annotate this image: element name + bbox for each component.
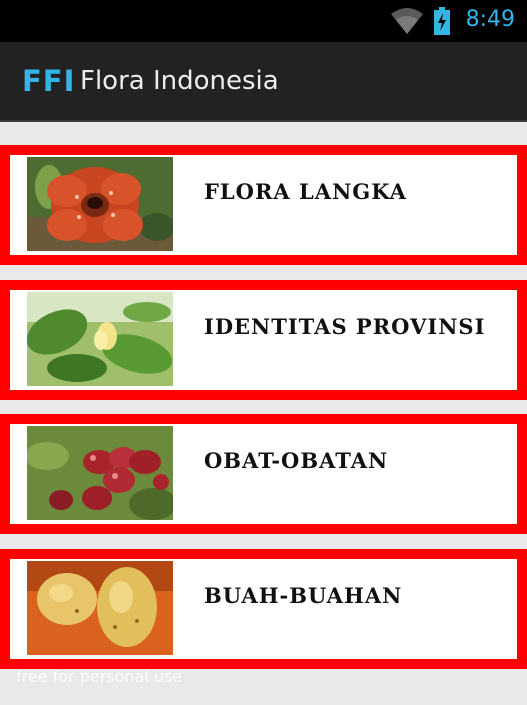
menu-item-label: FLORA LANGKA (204, 179, 407, 204)
wifi-icon (391, 8, 423, 34)
menu-item-buah-buahan[interactable]: BUAH-BUAHAN (0, 549, 527, 669)
watermark-text: free for personal use (16, 667, 183, 686)
rafflesia-flower-image (27, 157, 173, 251)
menu-item-flora-langka[interactable]: FLORA LANGKA (0, 145, 527, 265)
menu-item-label: IDENTITAS PROVINSI (204, 314, 486, 339)
action-bar: FFI Flora Indonesia (0, 42, 527, 122)
app-title: Flora Indonesia (80, 66, 279, 96)
menu-item-content: IDENTITAS PROVINSI (12, 292, 515, 388)
status-bar: 8:49 (0, 0, 527, 42)
menu-item-label: OBAT-OBATAN (204, 448, 389, 473)
leaf-flower-image (27, 292, 173, 386)
red-berries-image (27, 426, 173, 520)
menu-item-content: FLORA LANGKA (12, 157, 515, 253)
menu-item-content: BUAH-BUAHAN (12, 561, 515, 657)
clock: 8:49 (465, 7, 515, 32)
menu-item-obat-obatan[interactable]: OBAT-OBATAN (0, 414, 527, 534)
menu-list: FLORA LANGKA IDENTITAS PROVINSI OBAT-OBA… (0, 122, 527, 705)
menu-item-content: OBAT-OBATAN (12, 426, 515, 522)
app-logo[interactable]: FFI (22, 64, 75, 98)
yellow-fruits-image (27, 561, 173, 655)
battery-charging-icon (434, 7, 450, 35)
menu-item-identitas-provinsi[interactable]: IDENTITAS PROVINSI (0, 280, 527, 400)
menu-item-label: BUAH-BUAHAN (204, 583, 403, 608)
